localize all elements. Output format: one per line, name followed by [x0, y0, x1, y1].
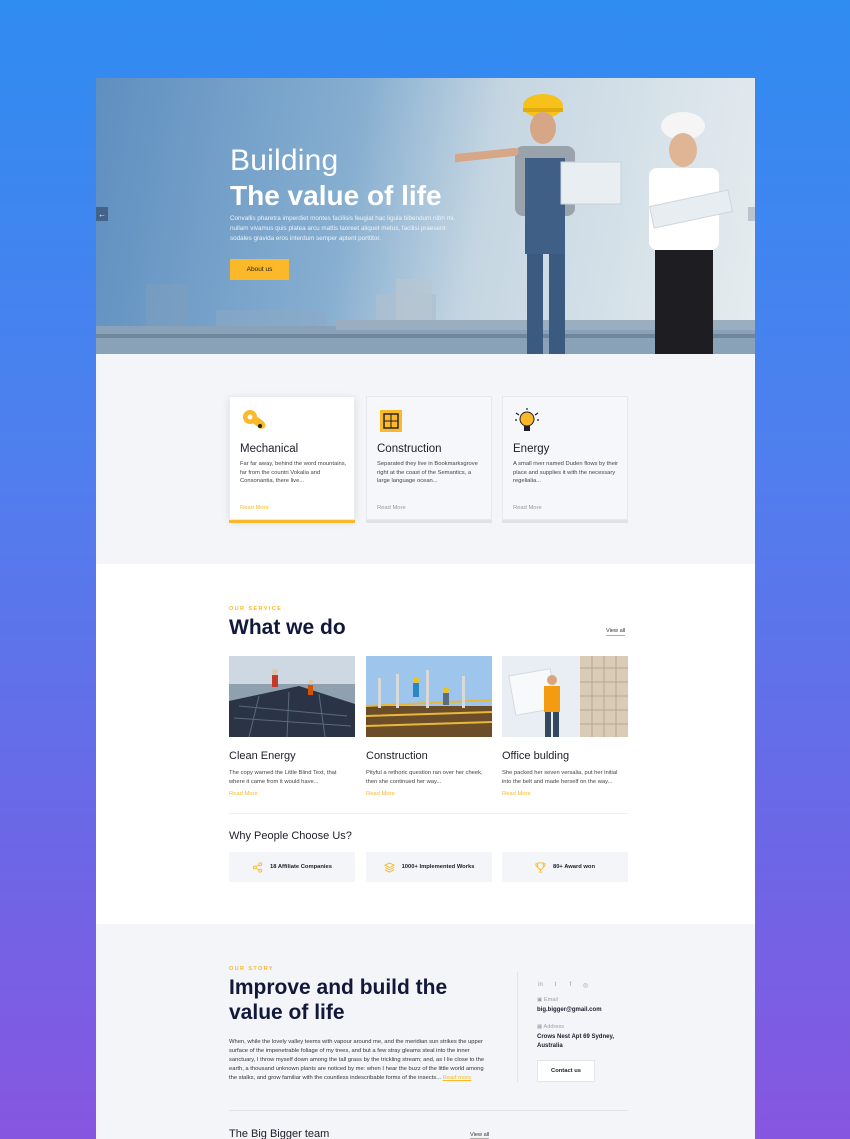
twitter-icon[interactable]: t: [552, 982, 559, 989]
why-item: 18 Affiliate Companies: [229, 852, 355, 882]
building-icon: ▣: [537, 997, 544, 1003]
service-title: Clean Energy: [229, 750, 296, 762]
feature-read-more-link[interactable]: Read More: [240, 505, 269, 511]
construction-site-image: [365, 656, 493, 737]
email-label-text: Email: [543, 997, 558, 1003]
feature-title: Construction: [377, 443, 442, 455]
blueprint-icon: [380, 410, 402, 432]
feature-bar: [366, 520, 492, 523]
share-icon: [252, 861, 263, 873]
linkedin-icon[interactable]: in: [537, 982, 544, 989]
services-title: What we do: [229, 616, 346, 639]
story-text: When, while the lovely valley teems with…: [229, 1038, 491, 1083]
feature-card-energy[interactable]: Energy A small river named Duden flows b…: [502, 396, 628, 523]
story-section: OUR STORY Improve and build the value of…: [96, 924, 755, 1139]
contact-us-button[interactable]: Contact us: [537, 1060, 595, 1082]
hero-title-light: Building: [230, 144, 339, 177]
service-title: Office bulding: [502, 750, 570, 762]
feature-description: Far far away, behind the word mountains,…: [240, 461, 347, 485]
feature-read-more-link[interactable]: Read More: [377, 505, 406, 511]
why-item-text: 18 Affiliate Companies: [270, 864, 332, 870]
address-label-text: Address: [543, 1024, 565, 1030]
service-description: She packed her seven versalia, put her i…: [502, 770, 618, 785]
slider-prev-arrow-icon[interactable]: ←: [96, 207, 108, 221]
office-building-image: [502, 656, 628, 737]
team-view-all-link[interactable]: View all: [470, 1132, 490, 1139]
story-eyebrow: OUR STORY: [229, 966, 274, 972]
team-title: The Big Bigger team: [229, 1128, 330, 1139]
service-card[interactable]: Construction Pityful a rethoric question…: [365, 656, 493, 797]
solar-panels-image: [229, 656, 355, 738]
feature-title: Energy: [513, 443, 550, 455]
trophy-icon: [535, 861, 546, 873]
hero-banner: Building The value of life Convallis pha…: [96, 78, 755, 354]
team-divider: [229, 1110, 628, 1111]
story-read-more-link[interactable]: Read more: [443, 1075, 472, 1081]
layers-icon: [383, 861, 395, 873]
mechanical-gear-icon: [243, 410, 266, 429]
service-description: The copy warned the Little Blind Text, t…: [229, 770, 337, 785]
services-section: OUR SERVICE What we do View all Clean En…: [96, 564, 755, 924]
email-value[interactable]: big.bigger@gmail.com: [537, 1006, 627, 1015]
feature-active-bar: [229, 520, 355, 523]
why-item: 1000+ Implemented Works: [366, 852, 492, 882]
service-read-more-link[interactable]: Read More: [502, 791, 628, 797]
slider-next-arrow-icon[interactable]: [748, 207, 755, 221]
why-item-text: 80+ Award won: [552, 864, 596, 870]
story-vertical-divider: [517, 972, 518, 1082]
feature-description: Separated they live in Bookmarksgrove ri…: [377, 461, 478, 485]
page: Building The value of life Convallis pha…: [96, 78, 755, 1139]
engineers-photo: [455, 94, 734, 354]
hero-description: Convallis pharetra imperdiet montes faci…: [230, 215, 456, 242]
address-label: ▦ Address: [537, 1024, 564, 1030]
story-title: Improve and build the value of life: [229, 976, 448, 1024]
instagram-icon[interactable]: ◎: [582, 982, 589, 989]
feature-card-construction[interactable]: Construction Separated they live in Book…: [366, 396, 492, 523]
why-item: 80+ Award won: [502, 852, 628, 882]
service-title: Construction: [366, 750, 428, 762]
service-read-more-link[interactable]: Read More: [366, 791, 492, 797]
email-label: ▣ Email: [537, 997, 558, 1003]
lightbulb-icon: [515, 408, 539, 431]
service-card[interactable]: Clean Energy The copy warned the Little …: [229, 656, 355, 797]
facebook-icon[interactable]: f: [567, 982, 574, 989]
feature-title: Mechanical: [240, 443, 299, 455]
social-links: in t f ◎: [537, 982, 589, 989]
service-card[interactable]: Office bulding She packed her seven vers…: [502, 656, 628, 797]
why-choose-us-title: Why People Choose Us?: [229, 830, 352, 842]
hero-title-bold: The value of life: [230, 180, 442, 211]
feature-card-mechanical[interactable]: Mechanical Far far away, behind the word…: [229, 396, 355, 523]
services-eyebrow: OUR SERVICE: [229, 606, 283, 612]
services-view-all-link[interactable]: View all: [606, 628, 626, 636]
service-description: Pityful a rethoric question ran over her…: [366, 770, 483, 785]
feature-read-more-link[interactable]: Read More: [513, 505, 542, 511]
feature-bar: [502, 520, 628, 523]
section-divider: [229, 813, 628, 814]
feature-description: A small river named Duden flows by their…: [513, 461, 619, 485]
features-section: Mechanical Far far away, behind the word…: [96, 354, 755, 564]
service-read-more-link[interactable]: Read More: [229, 791, 355, 797]
about-us-button[interactable]: About us: [230, 259, 289, 280]
why-item-text: 1000+ Implemented Works: [401, 864, 475, 870]
address-value: Crows Nest Apt 69 Sydney, Australia: [537, 1034, 615, 1049]
